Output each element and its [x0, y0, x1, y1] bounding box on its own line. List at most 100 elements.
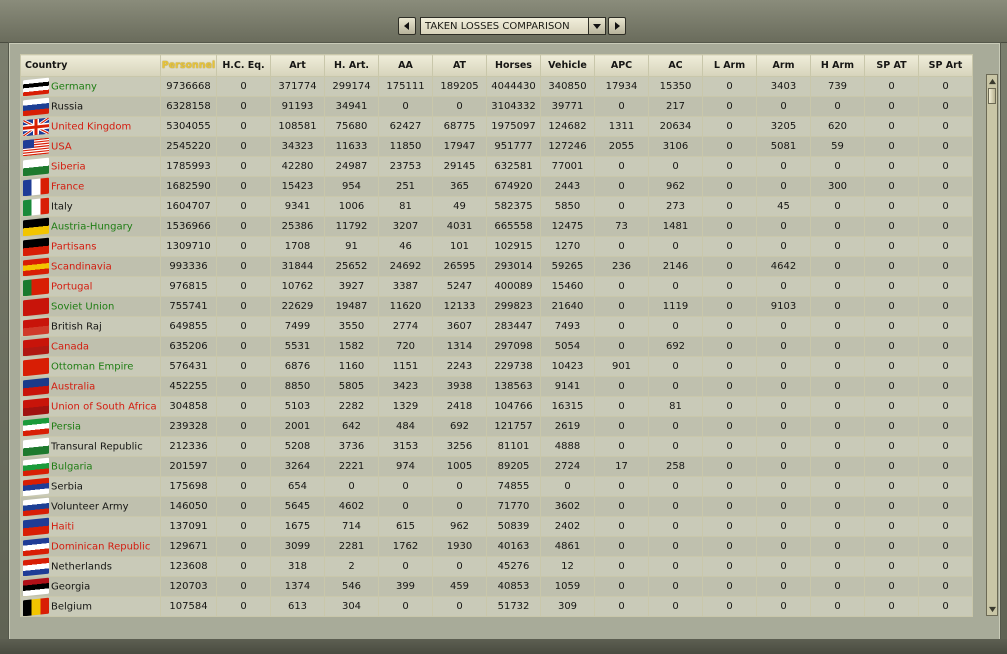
column-header-art[interactable]: Art: [270, 54, 325, 77]
report-selector[interactable]: TAKEN LOSSES COMPARISON: [420, 17, 606, 35]
column-header-h-art[interactable]: H. Art.: [324, 54, 379, 77]
country-cell: Transural Republic: [20, 436, 161, 457]
scroll-down-icon[interactable]: [987, 604, 997, 614]
table-row[interactable]: Bulgaria 201597 0 3264 2221 974 1005 89205 2724 1…: [20, 456, 973, 477]
table-row[interactable]: USA 2545220 0 34323 11633 11850 17947 951777 127…: [20, 136, 973, 157]
table-row[interactable]: Netherlands 123608 0 318 2 0 0 45276 12 0 0 0 0 0 0 0: [20, 556, 973, 577]
value-cell: 3387: [378, 276, 433, 297]
value-cell: 101: [432, 236, 487, 257]
column-header-arm[interactable]: Arm: [756, 54, 811, 77]
prev-report-button[interactable]: [398, 17, 416, 35]
column-header-sp-art[interactable]: SP Art: [918, 54, 973, 77]
table-row[interactable]: Volunteer Army 146050 0 5645 4602 0 0 71770 3602…: [20, 496, 973, 517]
value-cell: 15460: [540, 276, 595, 297]
value-cell: 365: [432, 176, 487, 197]
value-cell: 81: [648, 396, 703, 417]
value-cell: 1536966: [160, 216, 217, 237]
value-cell: 0: [864, 136, 919, 157]
value-cell: 0: [918, 96, 973, 117]
value-cell: 1762: [378, 536, 433, 557]
table-row[interactable]: Ottoman Empire 576431 0 6876 1160 1151 2243 229…: [20, 356, 973, 377]
value-cell: 0: [918, 136, 973, 157]
column-header-personnel[interactable]: Personnel: [160, 54, 217, 77]
column-header-country[interactable]: Country: [20, 54, 161, 77]
table-row[interactable]: France 1682590 0 15423 954 251 365 674920 2443 0 9…: [20, 176, 973, 197]
column-header-horses[interactable]: Horses: [486, 54, 541, 77]
value-cell: 0: [918, 236, 973, 257]
column-header-at[interactable]: AT: [432, 54, 487, 77]
table-row[interactable]: Italy 1604707 0 9341 1006 81 49 582375 5850 0 273 0…: [20, 196, 973, 217]
value-cell: 2619: [540, 416, 595, 437]
value-cell: 0: [216, 536, 271, 557]
value-cell: 62427: [378, 116, 433, 137]
column-header-vehicle[interactable]: Vehicle: [540, 54, 595, 77]
value-cell: 0: [432, 556, 487, 577]
column-header-sp-at[interactable]: SP AT: [864, 54, 919, 77]
country-name: Transural Republic: [51, 441, 143, 452]
table-row[interactable]: Belgium 107584 0 613 304 0 0 51732 309 0 0 0 0 0 0 0: [20, 596, 973, 617]
table-row[interactable]: Georgia 120703 0 1374 546 399 459 40853 1059 0 0 0 0…: [20, 576, 973, 597]
value-cell: 25386: [270, 216, 325, 237]
value-cell: 692: [648, 336, 703, 357]
table-row[interactable]: Portugal 976815 0 10762 3927 3387 5247 400089 15…: [20, 276, 973, 297]
table-row[interactable]: Soviet Union 755741 0 22629 19487 11620 12133 2…: [20, 296, 973, 317]
value-cell: 0: [648, 436, 703, 457]
value-cell: 0: [918, 216, 973, 237]
value-cell: 2545220: [160, 136, 217, 157]
value-cell: 9141: [540, 376, 595, 397]
value-cell: 0: [864, 476, 919, 497]
table-row[interactable]: British Raj 649855 0 7499 3550 2774 3607 283447…: [20, 316, 973, 337]
table-row[interactable]: Russia 6328158 0 91193 34941 0 0 3104332 39771 0 2…: [20, 96, 973, 117]
value-cell: 0: [918, 376, 973, 397]
country-cell: Volunteer Army: [20, 496, 161, 517]
value-cell: 123608: [160, 556, 217, 577]
table-row[interactable]: Serbia 175698 0 654 0 0 0 74855 0 0 0 0 0 0 0 0: [20, 476, 973, 497]
country-cell: United Kingdom: [20, 116, 161, 137]
table-row[interactable]: Persia 239328 0 2001 642 484 692 121757 2619 0 0 0 0…: [20, 416, 973, 437]
value-cell: 0: [864, 596, 919, 617]
value-cell: 137091: [160, 516, 217, 537]
value-cell: 71770: [486, 496, 541, 517]
scroll-thumb[interactable]: [988, 88, 996, 104]
value-cell: 0: [810, 516, 865, 537]
value-cell: 7499: [270, 316, 325, 337]
table-row[interactable]: Dominican Republic 129671 0 3099 2281 1762 193…: [20, 536, 973, 557]
value-cell: 0: [216, 116, 271, 137]
table-row[interactable]: United Kingdom 5304055 0 108581 75680 62427 68…: [20, 116, 973, 137]
column-header-h-c-eq[interactable]: H.C. Eq.: [216, 54, 271, 77]
table-row[interactable]: Siberia 1785993 0 42280 24987 23753 29145 63258…: [20, 156, 973, 177]
table-row[interactable]: Transural Republic 212336 0 5208 3736 3153 325…: [20, 436, 973, 457]
value-cell: 0: [864, 496, 919, 517]
column-header-l-arm[interactable]: L Arm: [702, 54, 757, 77]
column-header-apc[interactable]: APC: [594, 54, 649, 77]
table-row[interactable]: Partisans 1309710 0 1708 91 46 101 102915 1270 0 0…: [20, 236, 973, 257]
table-row[interactable]: Australia 452255 0 8850 5805 3423 3938 138563 91…: [20, 376, 973, 397]
value-cell: 993336: [160, 256, 217, 277]
column-header-h-arm[interactable]: H Arm: [810, 54, 865, 77]
table-row[interactable]: Germany 9736668 0 371774 299174 175111 189205 4…: [20, 76, 973, 97]
value-cell: 0: [756, 156, 811, 177]
value-cell: 340850: [540, 76, 595, 97]
value-cell: 1374: [270, 576, 325, 597]
value-cell: 0: [594, 196, 649, 217]
value-cell: 304: [324, 596, 379, 617]
value-cell: 654: [270, 476, 325, 497]
value-cell: 11850: [378, 136, 433, 157]
country-name: Netherlands: [51, 561, 112, 572]
column-header-ac[interactable]: AC: [648, 54, 703, 77]
table-row[interactable]: Austria-Hungary 1536966 0 25386 11792 3207 403…: [20, 216, 973, 237]
table-row[interactable]: Haiti 137091 0 1675 714 615 962 50839 2402 0 0 0 0 0 0…: [20, 516, 973, 537]
table-row[interactable]: Canada 635206 0 5531 1582 720 1314 297098 5054 0 6…: [20, 336, 973, 357]
losses-table: Country Personnel H.C. Eq. Art H. Art. AA AT Ho…: [20, 54, 973, 617]
chevron-down-icon[interactable]: [588, 18, 605, 34]
value-cell: 0: [756, 516, 811, 537]
vertical-scrollbar[interactable]: [986, 74, 998, 616]
next-report-button[interactable]: [608, 17, 626, 35]
value-cell: 0: [810, 236, 865, 257]
scroll-up-icon[interactable]: [987, 76, 997, 86]
value-cell: 0: [756, 216, 811, 237]
table-row[interactable]: Scandinavia 993336 0 31844 25652 24692 26595 29…: [20, 256, 973, 277]
table-row[interactable]: Union of South Africa 304858 0 5103 2282 1329…: [20, 396, 973, 417]
column-header-aa[interactable]: AA: [378, 54, 433, 77]
value-cell: 1975097: [486, 116, 541, 137]
